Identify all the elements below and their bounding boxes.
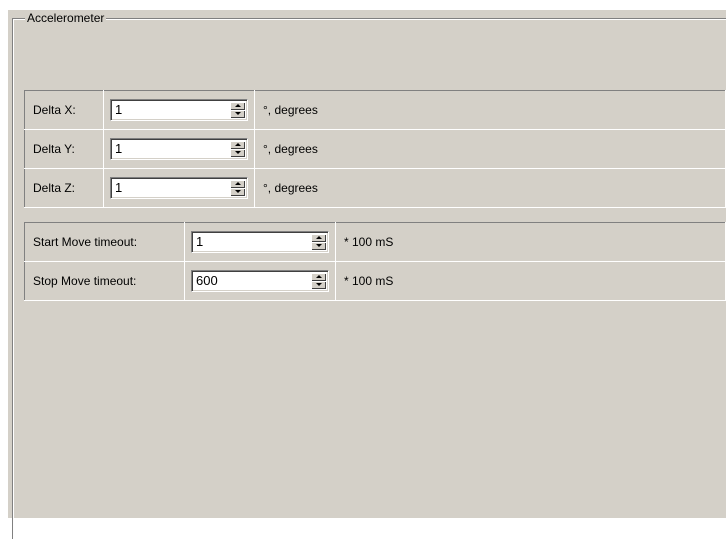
spin-up-arrow-icon[interactable] (230, 102, 245, 110)
delta-y-label: Delta Y: (24, 129, 104, 169)
delta-y-unit: °, degrees (254, 129, 726, 169)
delta-z-row: Delta Z: 1 °, degrees (24, 168, 726, 208)
delta-x-unit: °, degrees (254, 90, 726, 130)
delta-x-row: Delta X: 1 °, degrees (24, 90, 726, 130)
delta-x-spinbox[interactable]: 1 (110, 99, 248, 121)
spin-up-arrow-icon[interactable] (230, 141, 245, 149)
spin-up-arrow-icon[interactable] (311, 273, 326, 281)
start-move-timeout-value[interactable]: 1 (196, 234, 203, 250)
stop-move-timeout-unit: * 100 mS (335, 261, 726, 301)
spin-up-arrow-icon[interactable] (311, 234, 326, 242)
stop-move-timeout-row: Stop Move timeout: 600 * 100 mS (24, 261, 726, 301)
stop-move-timeout-spinbox[interactable]: 600 (191, 270, 329, 292)
start-move-timeout-label: Start Move timeout: (24, 222, 185, 262)
settings-panel: Accelerometer Delta X: 1 °, degrees Delt… (8, 10, 726, 539)
spin-down-arrow-icon[interactable] (230, 149, 245, 157)
spin-up-arrow-icon[interactable] (230, 180, 245, 188)
delta-z-label: Delta Z: (24, 168, 104, 208)
delta-z-value[interactable]: 1 (115, 180, 122, 196)
spin-down-arrow-icon[interactable] (230, 110, 245, 118)
start-move-timeout-unit: * 100 mS (335, 222, 726, 262)
spin-down-arrow-icon[interactable] (311, 281, 326, 289)
delta-x-value[interactable]: 1 (115, 102, 122, 118)
delta-x-label: Delta X: (24, 90, 104, 130)
stop-move-timeout-value[interactable]: 600 (196, 273, 218, 289)
spin-down-arrow-icon[interactable] (230, 188, 245, 196)
delta-y-spinbox[interactable]: 1 (110, 138, 248, 160)
groupbox-title: Accelerometer (25, 11, 107, 25)
start-move-timeout-spinbox[interactable]: 1 (191, 231, 329, 253)
delta-y-row: Delta Y: 1 °, degrees (24, 129, 726, 169)
delta-y-value[interactable]: 1 (115, 141, 122, 157)
timeout-table: Start Move timeout: 1 * 100 mS Stop Move… (24, 222, 726, 301)
delta-z-unit: °, degrees (254, 168, 726, 208)
spin-down-arrow-icon[interactable] (311, 242, 326, 250)
delta-z-spinbox[interactable]: 1 (110, 177, 248, 199)
start-move-timeout-row: Start Move timeout: 1 * 100 mS (24, 222, 726, 262)
delta-table: Delta X: 1 °, degrees Delta Y: 1 °, degr… (24, 90, 726, 208)
stop-move-timeout-label: Stop Move timeout: (24, 261, 185, 301)
